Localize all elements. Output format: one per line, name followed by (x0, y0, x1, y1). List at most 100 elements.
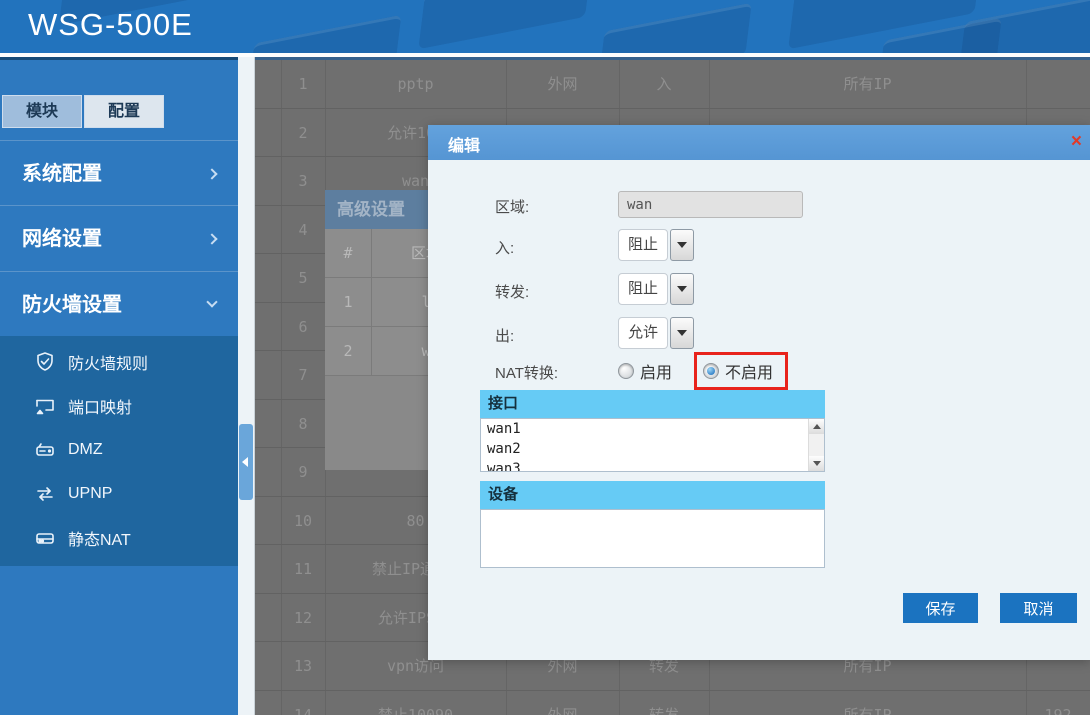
sidebar-item-upnp[interactable]: UPNP (0, 472, 238, 516)
app-header: WSG-500E (0, 0, 1090, 53)
cell-num: 13 (281, 642, 325, 691)
menu-label: 防火墙设置 (22, 294, 122, 316)
nat-label: NAT转换: (495, 362, 558, 383)
nat-radio-group: 启用 不启用 (618, 352, 788, 390)
cell-num: 11 (281, 545, 325, 594)
in-select-value: 阻止 (618, 229, 668, 261)
device-section-header: 设备 (480, 481, 825, 509)
zone-field (618, 191, 803, 218)
cell-extra (1026, 60, 1090, 109)
menu-label: 网络设置 (22, 228, 102, 250)
tab-module[interactable]: 模块 (2, 95, 82, 128)
keyboard-texture (598, 3, 752, 53)
sidebar-item-port-mapping[interactable]: 端口映射 (0, 384, 238, 428)
in-label: 入: (495, 237, 514, 258)
scroll-up-icon[interactable] (809, 419, 824, 434)
dropdown-arrow-icon[interactable] (670, 317, 694, 349)
radio-selected-icon[interactable] (703, 363, 719, 379)
cell-num: 2 (325, 327, 372, 376)
static-nat-drive-icon (34, 527, 58, 549)
keyboard-texture (248, 15, 401, 53)
chevron-right-icon (206, 233, 217, 244)
in-select[interactable]: 阻止 (618, 229, 694, 261)
cell-num: 6 (281, 303, 325, 352)
table-row: 14禁止10090外网转发所有IP192 (255, 691, 1090, 715)
sidebar-item-static-nat[interactable]: 静态NAT (0, 516, 238, 560)
sidebar-item-system-config[interactable]: 系统配置 (0, 140, 238, 206)
sidebar-item-network-settings[interactable]: 网络设置 (0, 206, 238, 272)
app-window: WSG-500E 模块 配置 系统配置 网络设置 防火墙设置 (0, 0, 1090, 715)
port-mapping-icon (34, 395, 58, 417)
edit-dialog: 编辑 × 区域: 入: 阻止 转发: 阻止 出: 允许 NAT转换: 启用 (428, 125, 1090, 660)
submenu-label: 防火墙规则 (68, 350, 148, 374)
scroll-down-icon[interactable] (809, 456, 824, 471)
nat-disable-label: 不启用 (725, 359, 773, 383)
chevron-down-icon (206, 296, 217, 307)
cell-direction: 转发 (619, 691, 709, 715)
close-icon[interactable]: × (1071, 131, 1082, 153)
table-row: 1pptp外网入所有IP (255, 60, 1090, 109)
cell-name: pptp (325, 60, 506, 109)
cell-source: 所有IP (709, 60, 1026, 109)
keyboard-texture (418, 0, 592, 49)
out-label: 出: (495, 325, 514, 346)
submenu-label: 静态NAT (68, 526, 131, 550)
dialog-header: 编辑 × (428, 125, 1090, 160)
firewall-submenu: 防火墙规则 端口映射 DMZ UPNP (0, 336, 238, 566)
cell-num: 9 (281, 448, 325, 497)
highlight-red-box: 不启用 (694, 352, 788, 390)
cell-source: 所有IP (709, 691, 1026, 715)
forward-select[interactable]: 阻止 (618, 273, 694, 305)
cell-name: 禁止10090 (325, 691, 506, 715)
nat-disable-option[interactable]: 不启用 (703, 359, 773, 383)
device-listbox[interactable] (480, 509, 825, 568)
cell-zone: 外网 (506, 60, 619, 109)
cell-num: 14 (281, 691, 325, 715)
dropdown-arrow-icon[interactable] (670, 273, 694, 305)
sidebar-collapse-handle[interactable] (239, 424, 253, 500)
nat-enable-option[interactable]: 启用 (618, 359, 672, 383)
cancel-button[interactable]: 取消 (1000, 593, 1077, 623)
dropdown-arrow-icon[interactable] (670, 229, 694, 261)
upnp-arrows-icon (34, 483, 58, 505)
interface-listbox[interactable]: wan1 wan2 wan3 (480, 418, 825, 472)
chevron-right-icon (206, 168, 217, 179)
forward-select-value: 阻止 (618, 273, 668, 305)
cell-num: 4 (281, 206, 325, 255)
scrollbar[interactable] (808, 419, 824, 471)
sidebar-tabs: 模块 配置 (2, 95, 164, 128)
submenu-label: UPNP (68, 485, 112, 503)
sidebar-item-firewall-rules[interactable]: 防火墙规则 (0, 340, 238, 384)
menu-label: 系统配置 (22, 163, 102, 185)
cell-num: 8 (281, 400, 325, 449)
out-select[interactable]: 允许 (618, 317, 694, 349)
forward-label: 转发: (495, 281, 529, 302)
shield-check-icon (34, 351, 58, 373)
submenu-label: DMZ (68, 441, 103, 459)
sidebar-menu: 系统配置 网络设置 防火墙设置 (0, 140, 238, 338)
cell-direction: 入 (619, 60, 709, 109)
col-num: # (325, 229, 372, 278)
radio-unselected-icon[interactable] (618, 363, 634, 379)
cell-num: 3 (281, 157, 325, 206)
cell-num: 1 (325, 278, 372, 327)
cell-num: 10 (281, 497, 325, 546)
sidebar-item-dmz[interactable]: DMZ (0, 428, 238, 472)
interface-option[interactable]: wan3 (481, 459, 824, 472)
cell-num: 2 (281, 109, 325, 158)
cell-num: 7 (281, 351, 325, 400)
interface-option[interactable]: wan1 (481, 419, 824, 439)
sidebar-gutter (238, 57, 255, 715)
dmz-server-icon (34, 439, 58, 461)
sidebar-item-firewall-settings[interactable]: 防火墙设置 (0, 272, 238, 338)
app-logo: WSG-500E (28, 7, 193, 43)
interface-option[interactable]: wan2 (481, 439, 824, 459)
sidebar: 模块 配置 系统配置 网络设置 防火墙设置 防火墙规则 (0, 57, 238, 715)
zone-label: 区域: (495, 196, 529, 217)
submenu-label: 端口映射 (68, 394, 132, 418)
cell-zone: 外网 (506, 691, 619, 715)
tab-config[interactable]: 配置 (84, 95, 164, 128)
out-select-value: 允许 (618, 317, 668, 349)
dialog-title: 编辑 (448, 132, 480, 156)
save-button[interactable]: 保存 (903, 593, 978, 623)
